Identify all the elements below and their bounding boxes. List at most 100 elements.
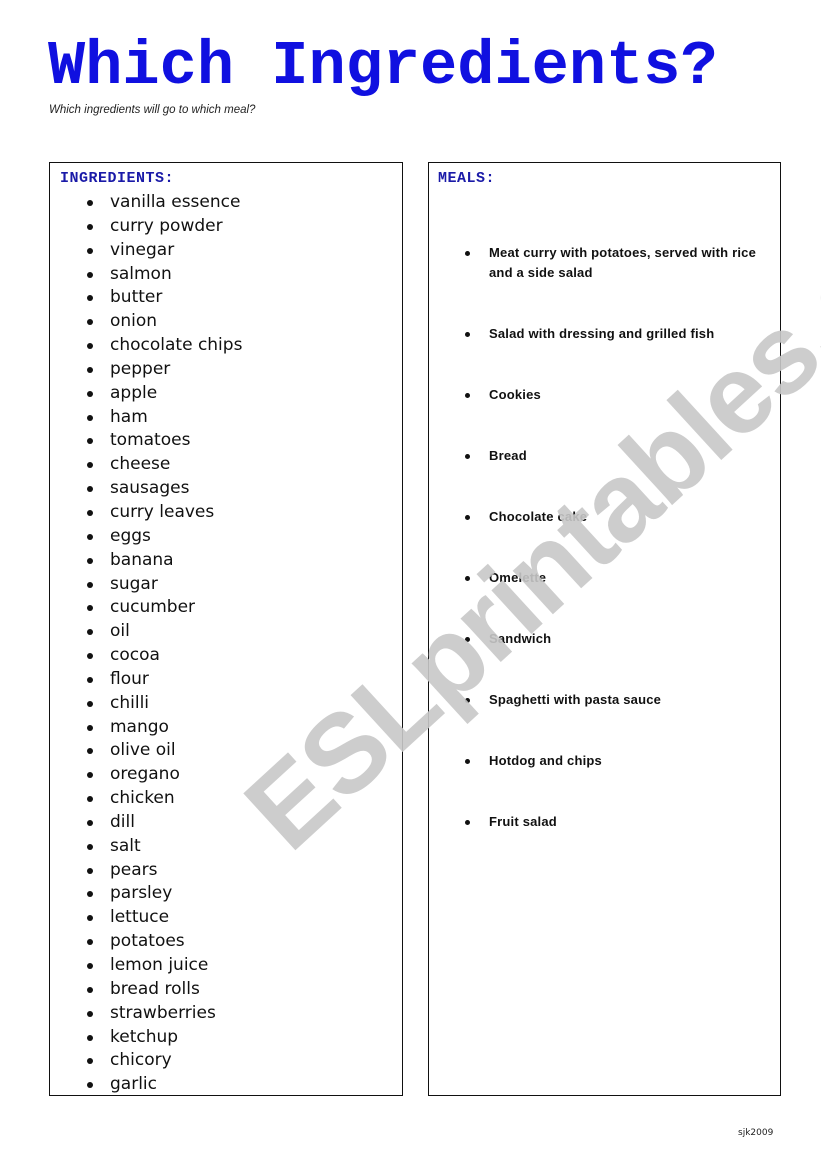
ingredient-item: cocoa bbox=[50, 644, 242, 668]
meal-item: Salad with dressing and grilled fish bbox=[429, 324, 780, 385]
bullet-icon bbox=[87, 295, 93, 302]
ingredient-label: curry powder bbox=[110, 215, 223, 236]
ingredient-item: cheese bbox=[50, 453, 242, 477]
bullet-icon bbox=[87, 700, 93, 707]
bullet-icon bbox=[87, 605, 93, 612]
bullet-icon bbox=[87, 438, 93, 445]
ingredient-label: chicory bbox=[110, 1050, 172, 1071]
ingredient-item: pepper bbox=[50, 358, 242, 382]
bullet-icon bbox=[87, 963, 93, 969]
ingredient-label: apple bbox=[110, 382, 158, 403]
ingredient-label: lettuce bbox=[110, 907, 170, 928]
meal-item: Meat curry with potatoes, served with ri… bbox=[429, 243, 780, 324]
ingredient-item: chicory bbox=[50, 1049, 242, 1073]
ingredient-label: onion bbox=[110, 311, 158, 332]
bullet-icon bbox=[87, 271, 93, 278]
ingredient-item: vanilla essence bbox=[50, 191, 242, 215]
bullet-icon bbox=[87, 557, 93, 564]
meal-label: Fruit salad bbox=[489, 814, 557, 829]
ingredient-label: chocolate chips bbox=[110, 335, 243, 356]
bullet-icon bbox=[87, 462, 93, 469]
meal-item: Chocolate cake bbox=[429, 507, 780, 568]
ingredient-label: curry leaves bbox=[110, 501, 215, 522]
meal-item: Spaghetti with pasta sauce bbox=[429, 690, 780, 751]
ingredient-label: salmon bbox=[110, 263, 172, 284]
bullet-icon bbox=[87, 414, 93, 421]
bullet-icon bbox=[87, 772, 93, 779]
ingredient-item: eggs bbox=[50, 525, 242, 549]
bullet-icon bbox=[87, 533, 93, 540]
bullet-icon bbox=[87, 748, 93, 755]
bullet-icon bbox=[465, 393, 470, 398]
ingredient-item: sausages bbox=[50, 477, 242, 501]
bullet-icon bbox=[87, 486, 93, 493]
ingredient-item: olive oil bbox=[50, 739, 242, 763]
ingredient-item: lemon juice bbox=[50, 954, 242, 978]
ingredient-item: chilli bbox=[50, 692, 242, 716]
meals-list: Meat curry with potatoes, served with ri… bbox=[429, 243, 780, 873]
bullet-icon bbox=[87, 509, 93, 516]
ingredient-item: cucumber bbox=[50, 596, 242, 620]
bullet-icon bbox=[87, 676, 93, 683]
ingredient-item: curry leaves bbox=[50, 501, 242, 525]
ingredient-item: mango bbox=[50, 716, 242, 740]
ingredient-item: ham bbox=[50, 406, 242, 430]
ingredient-item: chicken bbox=[50, 787, 242, 811]
ingredient-item: salt bbox=[50, 835, 242, 859]
bullet-icon bbox=[87, 1082, 93, 1089]
meal-label: Omelette bbox=[489, 570, 547, 585]
ingredient-item: banana bbox=[50, 549, 242, 573]
ingredient-label: bread rolls bbox=[110, 978, 200, 999]
bullet-icon bbox=[465, 576, 470, 581]
ingredient-label: garlic bbox=[110, 1074, 157, 1095]
ingredient-label: salt bbox=[110, 835, 141, 856]
ingredient-item: bread rolls bbox=[50, 978, 242, 1002]
ingredient-label: lemon juice bbox=[110, 955, 209, 975]
ingredient-label: parsley bbox=[110, 883, 173, 904]
footer-credit: sjk2009 bbox=[738, 1128, 774, 1138]
ingredient-item: ketchup bbox=[50, 1026, 242, 1050]
bullet-icon bbox=[465, 698, 470, 703]
ingredient-label: eggs bbox=[110, 525, 151, 546]
bullet-icon bbox=[87, 629, 93, 636]
ingredient-label: strawberries bbox=[110, 1002, 216, 1023]
ingredient-label: flour bbox=[110, 668, 149, 689]
bullet-icon bbox=[87, 796, 93, 803]
bullet-icon bbox=[87, 200, 93, 206]
bullet-icon bbox=[87, 1010, 93, 1017]
ingredient-label: sugar bbox=[110, 573, 158, 594]
ingredient-label: olive oil bbox=[110, 740, 176, 761]
bullet-icon bbox=[87, 867, 93, 874]
bullet-icon bbox=[87, 390, 93, 397]
ingredient-item: oregano bbox=[50, 763, 242, 787]
ingredient-item: flour bbox=[50, 668, 242, 692]
bullet-icon bbox=[87, 724, 93, 731]
meal-item: Sandwich bbox=[429, 629, 780, 690]
bullet-icon bbox=[87, 986, 93, 993]
ingredient-label: oil bbox=[110, 621, 130, 642]
ingredient-label: mango bbox=[110, 716, 169, 737]
bullet-icon bbox=[87, 319, 93, 326]
ingredient-label: sausages bbox=[110, 478, 190, 499]
bullet-icon bbox=[465, 820, 470, 825]
bullet-icon bbox=[87, 939, 93, 946]
meal-label: Cookies bbox=[489, 387, 541, 402]
ingredient-label: cocoa bbox=[110, 645, 160, 666]
page-subtitle: Which ingredients will go to which meal? bbox=[49, 104, 256, 116]
meal-label: Spaghetti with pasta sauce bbox=[489, 692, 662, 707]
ingredient-label: dill bbox=[110, 811, 135, 832]
ingredient-label: vinegar bbox=[110, 239, 175, 260]
ingredient-item: chocolate chips bbox=[50, 334, 242, 358]
bullet-icon bbox=[87, 223, 93, 230]
meal-item: Cookies bbox=[429, 385, 780, 446]
ingredient-item: sugar bbox=[50, 573, 242, 597]
ingredient-label: pears bbox=[110, 859, 158, 880]
ingredient-item: salmon bbox=[50, 263, 242, 287]
ingredients-box: INGREDIENTS: vanilla essence curry powder… bbox=[49, 162, 403, 1096]
ingredient-item: dill bbox=[50, 811, 242, 835]
ingredient-label: chicken bbox=[110, 788, 175, 809]
bullet-icon bbox=[87, 915, 93, 922]
meal-label: Salad with dressing and grilled fish bbox=[489, 326, 715, 341]
meal-label: Chocolate cake bbox=[489, 509, 588, 524]
bullet-icon bbox=[87, 843, 93, 850]
